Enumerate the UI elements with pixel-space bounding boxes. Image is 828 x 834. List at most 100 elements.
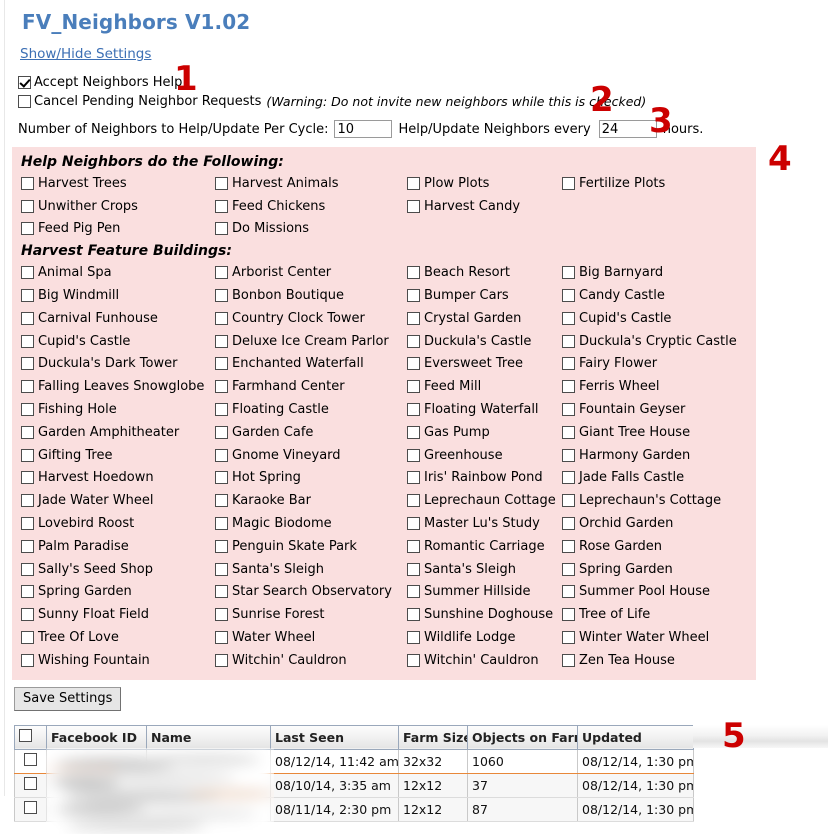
building-checkbox[interactable] <box>562 357 575 371</box>
building-checkbox[interactable] <box>21 653 34 667</box>
building-checkbox[interactable] <box>562 311 575 325</box>
table-row[interactable]: 08/10/14, 3:35 am 12x12 37 08/12/14, 1:30 p… <box>14 773 694 798</box>
building-checkbox[interactable] <box>562 289 575 303</box>
building-checkbox[interactable] <box>215 494 228 508</box>
building-option-row[interactable]: Feed Mill <box>407 375 562 398</box>
building-checkbox[interactable] <box>562 471 575 485</box>
cancel-pending-requests-checkbox[interactable] <box>18 95 31 108</box>
building-option-row[interactable]: Fountain Geyser <box>562 398 762 421</box>
row-select-checkbox[interactable] <box>24 753 37 767</box>
building-option-row[interactable]: Fishing Hole <box>21 398 215 421</box>
help-option-row[interactable]: Unwither Crops <box>21 195 215 218</box>
building-checkbox[interactable] <box>215 380 228 394</box>
building-option-row[interactable]: Duckula's Cryptic Castle <box>562 330 762 353</box>
building-option-row[interactable]: Beach Resort <box>407 261 562 284</box>
building-option-row[interactable]: Water Wheel <box>215 626 407 649</box>
building-option-row[interactable]: Summer Pool House <box>562 581 762 604</box>
building-checkbox[interactable] <box>562 653 575 667</box>
building-option-row[interactable]: Gifting Tree <box>21 444 215 467</box>
building-checkbox[interactable] <box>407 471 420 485</box>
building-option-row[interactable]: Floating Castle <box>215 398 407 421</box>
building-checkbox[interactable] <box>562 608 575 622</box>
building-option-row[interactable]: Arborist Center <box>215 261 407 284</box>
building-option-row[interactable]: Lovebird Roost <box>21 512 215 535</box>
building-checkbox[interactable] <box>562 631 575 645</box>
table-row[interactable]: 08/11/14, 2:30 pm 12x12 87 08/12/14, 1:30 p… <box>14 797 694 822</box>
table-header-last-seen[interactable]: Last Seen <box>270 724 399 750</box>
table-row[interactable]: 08/12/14, 11:42 am 32x32 1060 08/12/14, 1:3… <box>14 749 694 774</box>
accept-neighbors-help-row[interactable]: Accept Neighbors Help <box>18 73 828 92</box>
building-option-row[interactable]: Iris' Rainbow Pond <box>407 467 562 490</box>
building-option-row[interactable]: Duckula's Dark Tower <box>21 353 215 376</box>
building-option-row[interactable]: Bumper Cars <box>407 284 562 307</box>
building-option-row[interactable]: Spring Garden <box>21 581 215 604</box>
building-checkbox[interactable] <box>407 425 420 439</box>
building-option-row[interactable]: Floating Waterfall <box>407 398 562 421</box>
help-checkbox[interactable] <box>21 222 34 236</box>
building-checkbox[interactable] <box>215 425 228 439</box>
building-checkbox[interactable] <box>21 334 34 348</box>
building-option-row[interactable]: Greenhouse <box>407 444 562 467</box>
building-checkbox[interactable] <box>21 562 34 576</box>
building-checkbox[interactable] <box>215 539 228 553</box>
accept-neighbors-help-checkbox[interactable] <box>18 76 31 89</box>
table-header-facebook-id[interactable]: Facebook ID <box>46 724 147 750</box>
building-checkbox[interactable] <box>215 471 228 485</box>
building-option-row[interactable]: Duckula's Castle <box>407 330 562 353</box>
building-option-row[interactable]: Sunrise Forest <box>215 603 407 626</box>
building-checkbox[interactable] <box>215 266 228 280</box>
building-option-row[interactable]: Santa's Sleigh <box>215 558 407 581</box>
help-option-row[interactable]: Harvest Candy <box>407 195 562 218</box>
building-checkbox[interactable] <box>407 403 420 417</box>
show-hide-settings-link[interactable]: Show/Hide Settings <box>20 46 151 62</box>
building-checkbox[interactable] <box>21 448 34 462</box>
building-checkbox[interactable] <box>21 380 34 394</box>
save-settings-button[interactable]: Save Settings <box>14 686 122 711</box>
building-option-row[interactable]: Tree Of Love <box>21 626 215 649</box>
building-checkbox[interactable] <box>407 289 420 303</box>
help-option-row[interactable]: Feed Chickens <box>215 195 407 218</box>
building-option-row[interactable]: Gnome Vineyard <box>215 444 407 467</box>
building-checkbox[interactable] <box>215 289 228 303</box>
row-select-cell[interactable] <box>14 749 47 774</box>
building-checkbox[interactable] <box>407 311 420 325</box>
building-checkbox[interactable] <box>21 471 34 485</box>
building-checkbox[interactable] <box>562 562 575 576</box>
building-checkbox[interactable] <box>21 608 34 622</box>
table-header-farm-size[interactable]: Farm Size <box>398 724 468 750</box>
building-option-row[interactable]: Enchanted Waterfall <box>215 353 407 376</box>
building-option-row[interactable]: Witchin' Cauldron <box>215 649 407 672</box>
building-checkbox[interactable] <box>21 425 34 439</box>
table-header-name[interactable]: Name <box>146 724 271 750</box>
building-option-row[interactable]: Rose Garden <box>562 535 762 558</box>
building-option-row[interactable]: Magic Biodome <box>215 512 407 535</box>
building-option-row[interactable]: Romantic Carriage <box>407 535 562 558</box>
building-option-row[interactable]: Fairy Flower <box>562 353 762 376</box>
building-option-row[interactable]: Sunshine Doghouse <box>407 603 562 626</box>
building-checkbox[interactable] <box>562 585 575 599</box>
row-select-checkbox[interactable] <box>24 777 37 791</box>
building-option-row[interactable]: Tree of Life <box>562 603 762 626</box>
per-cycle-input[interactable] <box>334 120 393 138</box>
building-option-row[interactable]: Gas Pump <box>407 421 562 444</box>
building-checkbox[interactable] <box>21 311 34 325</box>
row-select-cell[interactable] <box>14 797 47 822</box>
building-checkbox[interactable] <box>562 517 575 531</box>
building-checkbox[interactable] <box>407 448 420 462</box>
building-checkbox[interactable] <box>215 334 228 348</box>
building-checkbox[interactable] <box>215 562 228 576</box>
building-option-row[interactable]: Sally's Seed Shop <box>21 558 215 581</box>
building-checkbox[interactable] <box>215 357 228 371</box>
building-option-row[interactable]: Leprechaun Cottage <box>407 489 562 512</box>
building-option-row[interactable]: Country Clock Tower <box>215 307 407 330</box>
building-option-row[interactable]: Palm Paradise <box>21 535 215 558</box>
building-option-row[interactable]: Summer Hillside <box>407 581 562 604</box>
building-checkbox[interactable] <box>21 266 34 280</box>
building-option-row[interactable]: Spring Garden <box>562 558 762 581</box>
help-checkbox[interactable] <box>562 176 575 190</box>
table-header-select-all[interactable] <box>14 724 47 750</box>
building-option-row[interactable]: Winter Water Wheel <box>562 626 762 649</box>
building-option-row[interactable]: Wildlife Lodge <box>407 626 562 649</box>
building-option-row[interactable]: Crystal Garden <box>407 307 562 330</box>
building-checkbox[interactable] <box>21 494 34 508</box>
